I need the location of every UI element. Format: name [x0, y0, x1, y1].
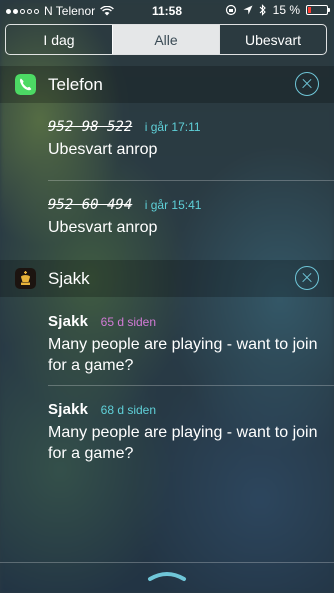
notification-time: 68 d siden	[100, 403, 157, 417]
bluetooth-icon	[259, 4, 266, 16]
chess-king-icon	[15, 268, 36, 289]
sender-number: 952 60 494	[48, 197, 133, 213]
divider	[48, 180, 334, 181]
tab-today[interactable]: I dag	[6, 25, 112, 54]
notification-time: i går 15:41	[144, 198, 202, 212]
rotation-lock-icon	[225, 4, 236, 16]
sender-name: Sjakk	[48, 401, 89, 418]
notification-item[interactable]: Sjakk 68 d siden Many people are playing…	[48, 401, 328, 464]
notification-item[interactable]: 952 60 494 i går 15:41 Ubesvart anrop	[48, 196, 328, 238]
notification-item[interactable]: 952 98 522 i går 17:11 Ubesvart anrop	[48, 118, 328, 160]
grabber-handle-icon[interactable]	[147, 570, 187, 582]
section-header-sjakk: Sjakk	[0, 260, 334, 297]
divider	[0, 562, 334, 563]
tab-all[interactable]: Alle	[112, 25, 219, 54]
notification-time: 65 d siden	[100, 315, 157, 329]
sender-name: Sjakk	[48, 313, 89, 330]
sender-number: 952 98 522	[48, 119, 133, 135]
notification-message: Ubesvart anrop	[48, 141, 158, 158]
tab-missed[interactable]: Ubesvart	[219, 25, 326, 54]
location-arrow-icon	[243, 5, 253, 15]
status-bar: N Telenor 11:58 15 %	[0, 0, 334, 20]
section-title: Telefon	[48, 75, 103, 94]
battery-percent: 15 %	[272, 3, 300, 17]
notification-item[interactable]: Sjakk 65 d siden Many people are playing…	[48, 313, 328, 376]
section-title: Sjakk	[48, 269, 90, 288]
battery-icon	[306, 5, 330, 15]
phone-icon	[15, 74, 36, 95]
notification-message: Many people are playing - want to join f…	[48, 336, 318, 374]
notification-message: Many people are playing - want to join f…	[48, 424, 318, 462]
notification-time: i går 17:11	[144, 120, 201, 134]
section-header-telefon: Telefon	[0, 66, 334, 103]
clear-section-button[interactable]	[295, 266, 319, 290]
divider	[48, 385, 334, 386]
clear-section-button[interactable]	[295, 72, 319, 96]
notification-filter-segmented-control[interactable]: I dag Alle Ubesvart	[5, 24, 327, 55]
notification-message: Ubesvart anrop	[48, 219, 158, 236]
